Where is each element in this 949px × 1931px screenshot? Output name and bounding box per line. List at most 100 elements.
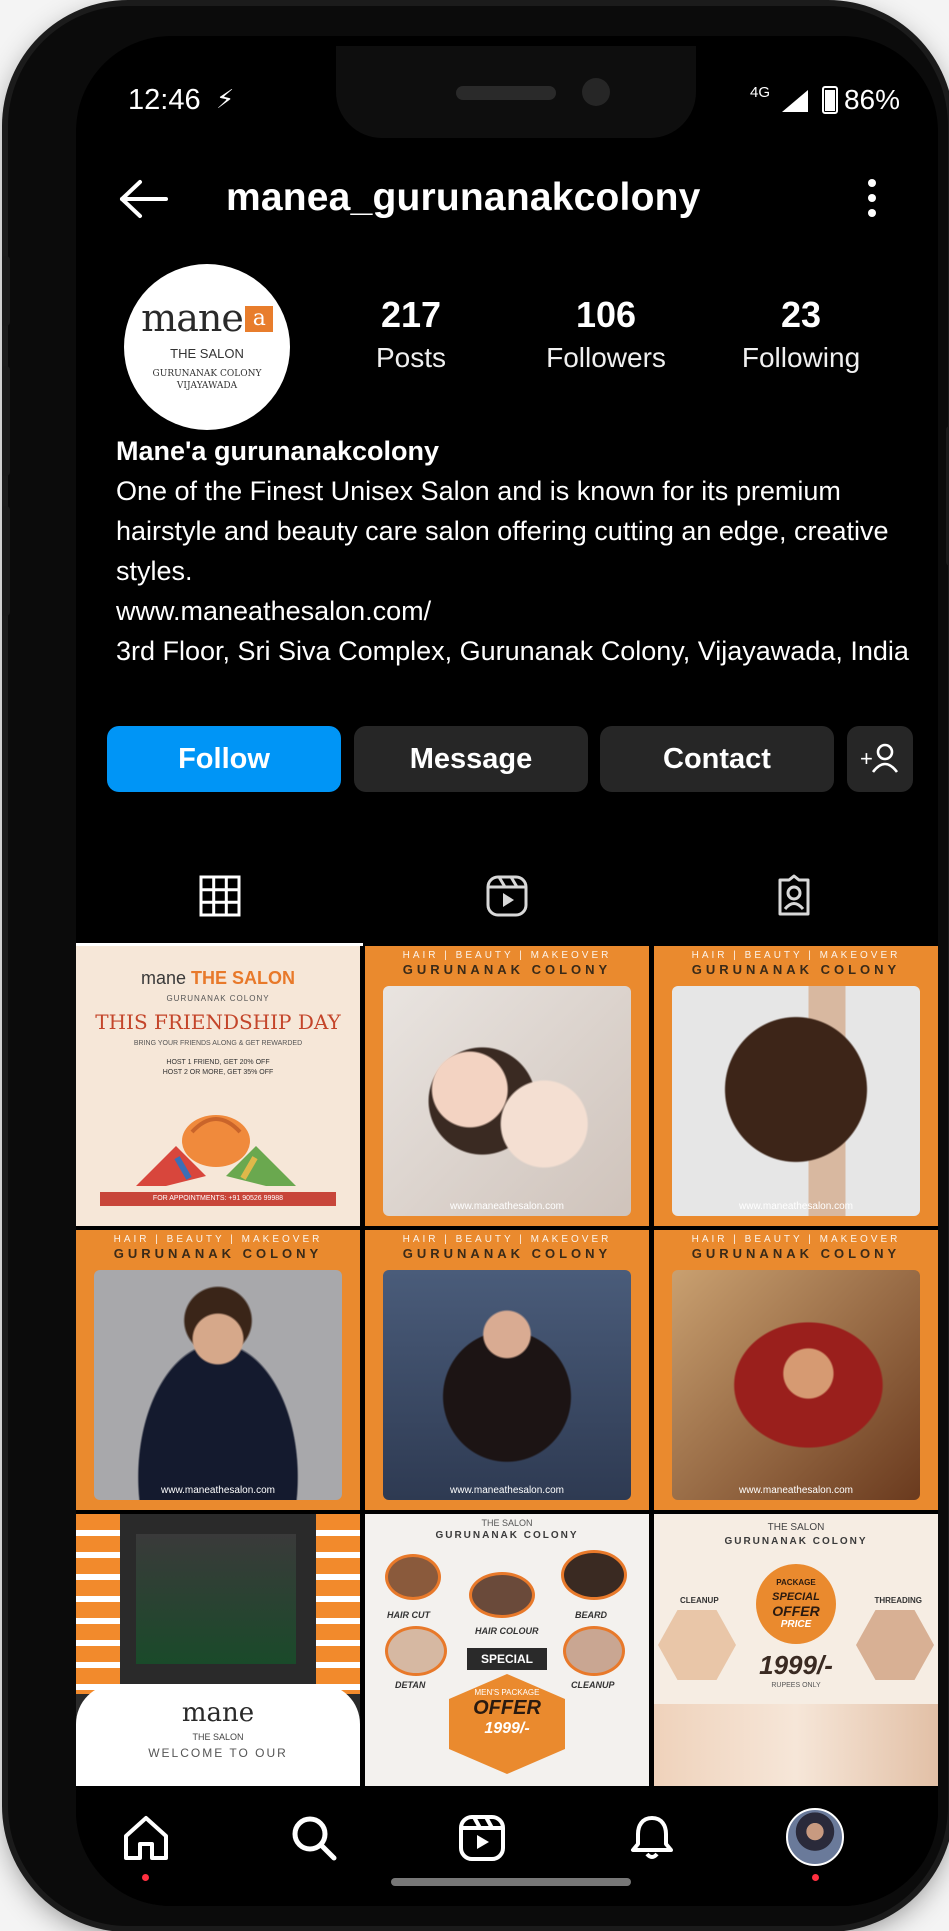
post-image [383, 1270, 631, 1500]
tab-reels[interactable] [363, 846, 650, 946]
post-tile[interactable]: HAIR | BEAUTY | MAKEOVER GURUNANAK COLONY… [365, 1230, 649, 1510]
profile-header: manea_gurunanakcolony [76, 166, 938, 246]
post-tile[interactable]: mane THE SALON WELCOME TO OUR [76, 1514, 360, 1794]
posts-stat[interactable]: 217 Posts [321, 294, 501, 374]
posts-count: 217 [380, 294, 442, 335]
bio-website-link[interactable]: www.maneathesalon.com/ [116, 591, 916, 631]
following-count: 23 [780, 294, 822, 335]
avatar[interactable]: mane a THE SALON GURUNANAK COLONY VIJAYAW… [124, 264, 290, 430]
promo-tagline: BRING YOUR FRIENDS ALONG & GET REWARDED [133, 1040, 303, 1047]
post-tile[interactable]: mane THE SALON GURUNANAK COLONY THIS FRI… [76, 946, 360, 1226]
service-photo [469, 1572, 535, 1618]
logo-location-line: GURUNANAK COLONY [152, 369, 262, 379]
grid-icon [199, 875, 240, 917]
post-band-line: HAIR | BEAUTY | MAKEOVER [691, 1234, 901, 1245]
welcome-line: WELCOME TO OUR [148, 1746, 288, 1760]
nav-reels[interactable] [452, 1808, 512, 1868]
nav-search[interactable] [284, 1808, 344, 1868]
post-band: HAIR | BEAUTY | MAKEOVER GURUNANAK COLONY [365, 946, 649, 982]
post-tile[interactable]: THE SALON GURUNANAK COLONY CLEANUP THREA… [654, 1514, 938, 1794]
tab-tagged[interactable] [650, 846, 937, 946]
post-url: www.maneathesalon.com [739, 1201, 853, 1212]
post-band-line: GURUNANAK COLONY [113, 1246, 323, 1261]
services-package: MEN'S PACKAGE [474, 1688, 540, 1697]
post-tile[interactable]: HAIR | BEAUTY | MAKEOVER GURUNANAK COLONY… [654, 946, 938, 1226]
back-arrow-icon[interactable] [116, 174, 172, 224]
nav-profile[interactable] [786, 1808, 846, 1881]
post-band: HAIR | BEAUTY | MAKEOVER GURUNANAK COLONY [654, 1230, 938, 1266]
nav-notifications[interactable] [622, 1808, 682, 1868]
post-band-line: GURUNANAK COLONY [691, 1246, 901, 1261]
salon-logo: mane a [124, 296, 290, 340]
more-vertical-icon[interactable] [866, 178, 878, 218]
followers-stat[interactable]: 106 Followers [516, 294, 696, 374]
logo-location-line: VIJAYAWADA [176, 381, 238, 391]
post-tile[interactable]: HAIR | BEAUTY | MAKEOVER GURUNANAK COLONY… [365, 946, 649, 1226]
profile-tabs [76, 846, 938, 946]
post-url: www.maneathesalon.com [450, 1485, 564, 1496]
follow-button[interactable]: Follow [107, 726, 341, 792]
promo-brand: mane THE SALON [76, 968, 360, 989]
logo-mark: a [244, 306, 273, 332]
logo-wordmark: mane [141, 296, 244, 340]
following-stat[interactable]: 23 Following [711, 294, 891, 374]
balloon-decoration [316, 1514, 360, 1694]
screen: 12:46 ⚡ 4G 86% manea_gurunanakcolony man… [76, 36, 938, 1906]
services-colony: GURUNANAK COLONY [435, 1530, 579, 1541]
followers-count: 106 [575, 294, 637, 335]
volume-button [2, 506, 10, 616]
service-label: HAIR COLOUR [475, 1626, 539, 1636]
package-badge-line: OFFER [772, 1603, 820, 1619]
post-url: www.maneathesalon.com [739, 1485, 853, 1496]
post-image [94, 1270, 342, 1500]
nav-home[interactable] [116, 1808, 176, 1881]
package-photo [856, 1610, 934, 1680]
flash-icon: ⚡ [216, 84, 235, 114]
post-band-line: HAIR | BEAUTY | MAKEOVER [691, 950, 901, 961]
handshake-illustration [136, 1115, 296, 1186]
signal-icon [782, 90, 808, 112]
services-special: SPECIAL [467, 1648, 547, 1670]
package-price: 1999/- [759, 1650, 833, 1680]
network-type: 4G [749, 84, 770, 101]
post-band-line: GURUNANAK COLONY [691, 962, 901, 977]
volume-button [2, 366, 10, 476]
package-badge-line: SPECIAL [772, 1591, 820, 1603]
post-tile[interactable]: THE SALON GURUNANAK COLONY HAIR CUT HAIR… [365, 1514, 649, 1794]
service-label: CLEANUP [571, 1680, 615, 1690]
add-user-button[interactable]: + [847, 726, 913, 792]
profile-name: Mane'a gurunanakcolony [116, 436, 439, 466]
add-person-icon: + [860, 743, 899, 773]
contact-button[interactable]: Contact [600, 726, 834, 792]
followers-label: Followers [546, 342, 666, 373]
post-band-line: HAIR | BEAUTY | MAKEOVER [113, 1234, 323, 1245]
package-colony: GURUNANAK COLONY [724, 1536, 868, 1547]
post-image [383, 986, 631, 1216]
message-button[interactable]: Message [354, 726, 588, 792]
post-tile[interactable]: HAIR | BEAUTY | MAKEOVER GURUNANAK COLONY… [76, 1230, 360, 1510]
post-band: HAIR | BEAUTY | MAKEOVER GURUNANAK COLONY [76, 1230, 360, 1266]
package-badge: PACKAGE SPECIAL OFFER PRICE [756, 1564, 836, 1644]
reels-icon [486, 875, 527, 917]
balloon-decoration [76, 1514, 120, 1694]
bio-address: 3rd Floor, Sri Siva Complex, Gurunanak C… [116, 636, 909, 666]
tagged-icon [778, 874, 809, 916]
service-photo [563, 1626, 625, 1676]
package-left-label: CLEANUP [680, 1596, 719, 1605]
tab-grid[interactable] [76, 846, 363, 946]
post-band-line: GURUNANAK COLONY [402, 962, 612, 977]
service-photo [561, 1550, 627, 1600]
battery-icon [822, 86, 838, 114]
svg-text:+: + [860, 746, 873, 771]
profile-notification-dot [812, 1874, 819, 1881]
post-image [672, 1270, 920, 1500]
package-bottom-photos [654, 1704, 938, 1794]
promo-headline: THIS FRIENDSHIP DAY [95, 1010, 341, 1034]
bottom-nav [76, 1786, 938, 1906]
package-badge-line: PACKAGE [776, 1578, 816, 1587]
home-icon [124, 1816, 168, 1860]
welcome-salon: THE SALON [192, 1732, 244, 1742]
service-label: HAIR CUT [387, 1610, 430, 1620]
post-tile[interactable]: HAIR | BEAUTY | MAKEOVER GURUNANAK COLONY… [654, 1230, 938, 1510]
post-band: HAIR | BEAUTY | MAKEOVER GURUNANAK COLONY [365, 1230, 649, 1266]
